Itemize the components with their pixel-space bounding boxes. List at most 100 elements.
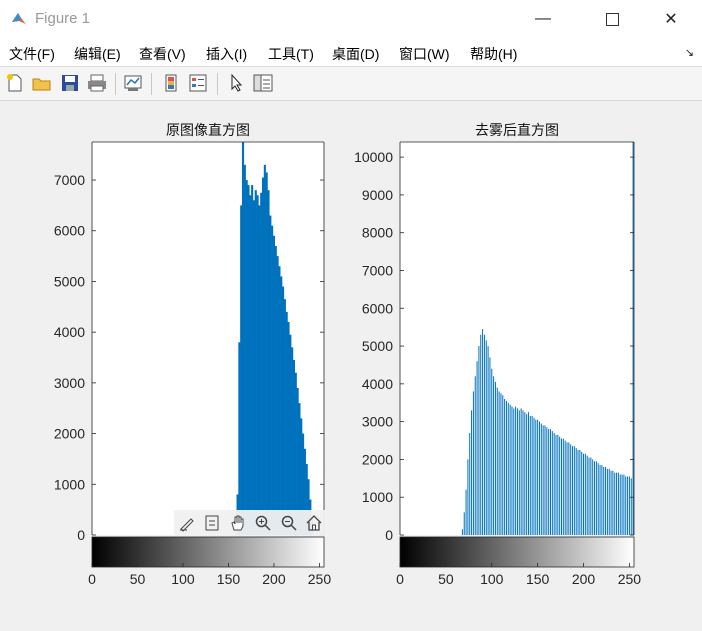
- window-title: Figure 1: [35, 10, 91, 27]
- plot2-histogram-bar: [480, 334, 482, 535]
- plot2-y-tick-label: 3000: [362, 414, 393, 430]
- plot2-histogram-bar: [491, 368, 493, 535]
- plot2-histogram-bar: [511, 406, 513, 535]
- plot2-histogram-bar: [493, 376, 495, 535]
- brush-icon[interactable]: [176, 512, 198, 534]
- plot2-histogram-bar: [583, 453, 585, 535]
- plot1-histogram-bar: [285, 311, 288, 535]
- plot2-histogram-bar: [594, 461, 596, 535]
- plot1-y-tick-label: 1000: [54, 476, 85, 492]
- new-figure-icon[interactable]: [4, 72, 26, 94]
- menu-tools[interactable]: 工具(T): [268, 44, 314, 64]
- plot2-histogram-bar: [566, 442, 568, 535]
- minimize-button[interactable]: —: [520, 0, 566, 38]
- plot2-histogram-bar: [557, 434, 559, 535]
- plot1-y-tick-label: 3000: [54, 375, 85, 391]
- plot2-histogram-bar: [504, 398, 506, 535]
- plot1-histogram-bar: [280, 276, 283, 535]
- menu-bar: 文件(F) 编辑(E) 查看(V) 插入(I) 工具(T) 桌面(D) 窗口(W…: [0, 38, 702, 67]
- plot2-y-tick-label: 0: [385, 527, 393, 543]
- plot2-histogram-bar: [627, 476, 629, 535]
- plot2-histogram-bar: [608, 468, 610, 535]
- plot2-histogram-bar: [632, 142, 634, 535]
- plot2-histogram-bar: [630, 478, 632, 535]
- menu-view[interactable]: 查看(V): [139, 44, 186, 64]
- plot2-histogram-bar: [584, 453, 586, 535]
- plot1-histogram-bar: [292, 360, 296, 535]
- plot1-histogram-bar: [249, 195, 252, 535]
- plot2-histogram-bar: [469, 432, 471, 535]
- plot1-histogram-bar: [278, 266, 281, 535]
- plot2-histogram-bar: [483, 334, 485, 535]
- plot2-histogram-bar: [520, 408, 522, 535]
- plot2-histogram-bar: [577, 449, 579, 535]
- plot2-histogram-bar: [496, 387, 498, 535]
- plot2-histogram-bar: [465, 489, 467, 535]
- menu-window[interactable]: 窗口(W): [399, 44, 450, 64]
- menu-insert[interactable]: 插入(I): [206, 44, 247, 64]
- plot1-histogram-bar: [283, 299, 286, 535]
- plot2-histogram-bar: [524, 412, 526, 535]
- toolbar-separator: [217, 73, 218, 95]
- plot1-x-tick-label: 150: [217, 571, 241, 587]
- plot2-y-tick-label: 10000: [354, 149, 393, 165]
- plot2-histogram-bar: [606, 468, 608, 535]
- zoom-in-icon[interactable]: [252, 512, 274, 534]
- save-icon[interactable]: [59, 72, 81, 94]
- plot2-histogram-bar: [551, 431, 553, 535]
- plot2-histogram-bar: [559, 436, 561, 535]
- plot1-histogram-bar: [243, 164, 246, 536]
- close-button[interactable]: ✕: [648, 0, 694, 38]
- menu-help[interactable]: 帮助(H): [470, 44, 517, 64]
- data-tips-icon[interactable]: [201, 512, 223, 534]
- menu-dock-arrow-icon[interactable]: ↘: [685, 46, 694, 59]
- restore-view-home-icon[interactable]: [303, 512, 325, 534]
- toolbar-separator: [151, 73, 152, 95]
- plot2-histogram-bar: [494, 381, 496, 535]
- plot2-histogram-bar: [544, 425, 546, 535]
- plot1-histogram-bar: [269, 215, 272, 535]
- plot1-histogram-bar: [247, 185, 250, 536]
- plot2-histogram-bar: [586, 455, 588, 535]
- plot2-histogram-bar: [548, 429, 550, 535]
- plot1-histogram-bar: [281, 286, 285, 535]
- menu-file[interactable]: 文件(F): [9, 44, 55, 64]
- plot2-histogram-bar: [599, 465, 601, 535]
- minimize-icon: —: [535, 10, 551, 27]
- plot2-histogram-bar: [474, 376, 476, 535]
- plot2-histogram-bar: [500, 393, 502, 535]
- property-inspector-icon[interactable]: [252, 72, 274, 94]
- plot2-y-tick-label: 4000: [362, 376, 393, 392]
- edit-plot-pointer-icon[interactable]: [225, 72, 247, 94]
- plot2-histogram-bar: [553, 432, 555, 535]
- plot1-histogram-bar: [267, 190, 270, 535]
- plot2-histogram-bar: [535, 419, 537, 535]
- zoom-out-icon[interactable]: [278, 512, 300, 534]
- plot2-y-tick-label: 2000: [362, 451, 393, 467]
- open-file-icon[interactable]: [31, 72, 53, 94]
- plot2-histogram-bar: [538, 421, 540, 535]
- maximize-button[interactable]: [589, 0, 635, 38]
- plot1-histogram-bar: [238, 342, 241, 535]
- plot2-histogram-bar: [619, 474, 621, 535]
- plot1-y-tick-label: 2000: [54, 426, 85, 442]
- menu-desktop[interactable]: 桌面(D): [332, 44, 379, 64]
- menu-edit[interactable]: 编辑(E): [74, 44, 121, 64]
- plot2-histogram-bar: [597, 463, 599, 535]
- plot1-histogram-bar: [258, 205, 261, 536]
- plot1-histogram-bar: [254, 190, 257, 535]
- insert-legend-icon[interactable]: [187, 72, 209, 94]
- insert-colorbar-icon[interactable]: [160, 72, 182, 94]
- link-plot-icon[interactable]: [122, 72, 144, 94]
- plot2-x-tick-label: 150: [526, 571, 550, 587]
- plot1-histogram-bar: [291, 347, 294, 535]
- plot1-histogram-bar: [272, 235, 276, 535]
- plot1-histogram-bar: [271, 225, 274, 535]
- plot1-y-tick-label: 7000: [54, 172, 85, 188]
- pan-hand-icon[interactable]: [227, 512, 249, 534]
- figure-canvas: 0 1000 2000 3000 4000 5000 6000 7000 原图像直方图 0 50 10…: [0, 101, 702, 628]
- plot2-histogram-bar: [570, 444, 572, 535]
- plot2-histogram-bar: [575, 448, 577, 535]
- plot2-histogram-bar: [478, 346, 480, 535]
- print-icon[interactable]: [86, 72, 108, 94]
